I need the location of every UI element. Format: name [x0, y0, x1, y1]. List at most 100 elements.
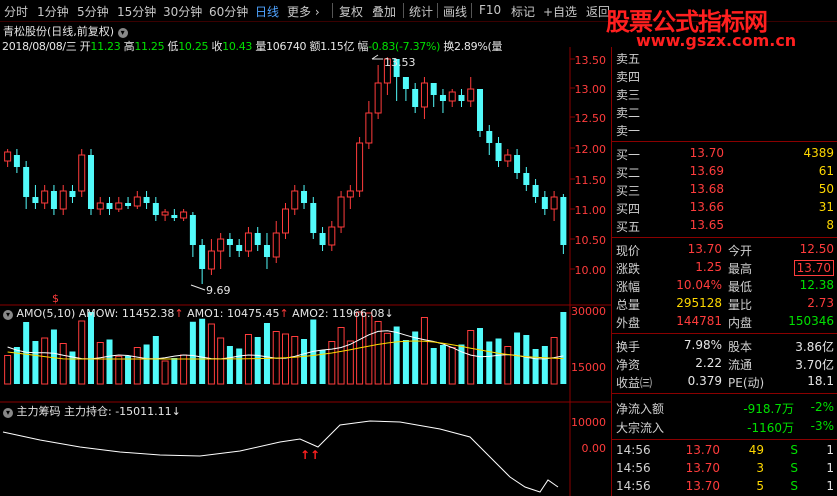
candle-body	[207, 250, 215, 270]
candle-body	[523, 173, 530, 185]
amo-bar	[383, 332, 391, 385]
indicator-toggle-icon[interactable]: ▾	[3, 408, 13, 418]
flow-label: 大宗流入	[616, 421, 665, 435]
tab-daily[interactable]: 日线	[255, 3, 279, 20]
stock-title[interactable]: 青松股份(日线,前复权) ▾	[3, 23, 128, 39]
draw-line-button[interactable]: 画线	[443, 3, 467, 20]
amo-bar	[171, 358, 178, 384]
tab-30min[interactable]: 30分钟	[163, 3, 202, 20]
tab-15min[interactable]: 15分钟	[117, 3, 156, 20]
candle-body	[402, 77, 409, 89]
divider	[332, 3, 333, 18]
amo-bar	[486, 341, 493, 384]
price-tick: 12.50	[575, 112, 607, 125]
price-tick: 11.50	[575, 174, 607, 187]
bid-label: 买一	[616, 148, 641, 162]
ask-row: 卖五	[612, 49, 837, 67]
divider	[612, 393, 837, 394]
stat-label: 净资	[616, 358, 641, 372]
ask-row: 卖一	[612, 121, 837, 139]
zhuli-header: ▾ 主力筹码 主力持仓: -15011.11↓	[3, 403, 181, 419]
indicator-toggle-icon[interactable]: ▾	[3, 310, 13, 320]
buy-arrow-icon: ↑	[300, 448, 310, 462]
volume-ratio: 2.73	[807, 296, 834, 310]
tick-time: 14:56	[616, 479, 651, 493]
price-tick: 10.50	[575, 234, 607, 247]
amo-bars	[4, 311, 567, 385]
low-price: 12.38	[799, 278, 834, 292]
amo-bar	[59, 343, 67, 385]
add-watchlist-button[interactable]: +自选	[543, 3, 577, 20]
bid-row: 买五 13.65 8	[612, 217, 837, 235]
bid-volume: 50	[818, 182, 834, 196]
statistics-button[interactable]: 统计	[409, 3, 433, 20]
candle-body	[226, 239, 233, 245]
tick-volume: 3	[756, 461, 764, 475]
stock-name: 青松股份(日线,前复权)	[3, 25, 115, 38]
inner-volume: 150346	[788, 314, 834, 328]
amo-bar	[560, 312, 567, 384]
candle-body	[477, 89, 484, 131]
turnover-rate: 7.98%	[683, 338, 722, 352]
chart-markers: $↑ ↑	[52, 54, 383, 462]
amo-bar	[32, 341, 39, 384]
candle-body	[161, 211, 169, 216]
candle-body	[143, 197, 150, 203]
zhuli-line	[2, 420, 559, 493]
stat-row: 外盘 144781 内盘 150346	[612, 313, 837, 331]
divider	[403, 3, 404, 18]
amo-bar	[282, 333, 289, 385]
candle-body	[430, 83, 437, 95]
tick-count: 1	[826, 479, 834, 493]
restore-rights-button[interactable]: 复权	[339, 3, 363, 20]
overlay-button[interactable]: 叠加	[372, 3, 396, 20]
tab-1min[interactable]: 1分钟	[37, 3, 69, 20]
tick-row: 14:56 13.70 5 S 1	[612, 478, 837, 496]
tab-5min[interactable]: 5分钟	[77, 3, 109, 20]
stat-label: PE(动)	[728, 376, 765, 390]
amo-bar	[523, 335, 530, 384]
outer-volume: 144781	[676, 314, 722, 328]
zhuli-name: 主力筹码	[16, 405, 61, 418]
amo1-value: AMO1: 10475.45	[187, 307, 280, 320]
amo-bar	[393, 326, 400, 384]
stat-row: 总量 295128 量比 2.73	[612, 295, 837, 313]
bid-row: 买一 13.70 4389	[612, 145, 837, 163]
share-capital: 3.86亿	[795, 340, 834, 354]
candle-body	[346, 190, 354, 198]
tab-60min[interactable]: 60分钟	[209, 3, 248, 20]
stat-label: 外盘	[616, 316, 641, 330]
tick-side: S	[790, 479, 798, 493]
candle-body	[180, 211, 188, 219]
divider	[437, 3, 438, 18]
candle-body	[50, 191, 57, 209]
candle-body	[115, 202, 123, 210]
candle-body	[78, 154, 86, 192]
high-pointer-line	[371, 54, 383, 60]
tick-side: S	[790, 461, 798, 475]
amo-bar	[207, 323, 215, 385]
candle-body	[319, 233, 326, 245]
amo-bar	[96, 342, 104, 385]
candle-body	[310, 203, 317, 233]
amo-bar	[346, 340, 354, 385]
quote-panel: 卖五 卖四 卖三 卖二 卖一 买一 13.70 4389 买二 13.69 61 买三 1…	[611, 47, 837, 496]
candle-body	[504, 154, 512, 162]
stat-label: 流通	[728, 358, 753, 372]
stat-label: 最高	[728, 262, 753, 276]
open-price: 12.50	[799, 242, 834, 256]
tab-fenshi[interactable]: 分时	[4, 3, 28, 20]
candle-body	[13, 155, 20, 167]
amo-header: ▾ AMO(5,10) AMOW: 11452.38↑ AMO1: 10475.…	[3, 307, 394, 320]
tab-more[interactable]: 更多 ›	[287, 3, 320, 20]
kline-chart[interactable]: $↑ ↑ 13.53 9.69 13.50 13.00 12.50 12.00 1…	[0, 47, 611, 496]
mark-button[interactable]: 标记	[511, 3, 535, 20]
bid-price: 13.70	[689, 146, 724, 160]
f10-button[interactable]: F10	[479, 3, 501, 17]
flow-value: -918.7万	[743, 402, 794, 416]
bid-row: 买四 13.66 31	[612, 199, 837, 217]
amo-bar	[115, 355, 123, 385]
ask-label: 卖五	[616, 52, 641, 66]
amo-bar	[328, 341, 336, 385]
candle-body	[560, 197, 567, 245]
